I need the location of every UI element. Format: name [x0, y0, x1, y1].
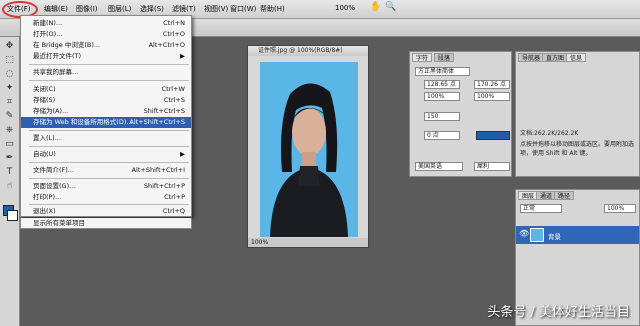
watermark: 头条号 / 美体好生活当目	[487, 305, 630, 320]
horizontal-scale-field[interactable]: 100%	[474, 92, 510, 101]
menu-item-open[interactable]: 打开(O)... Ctrl+O	[21, 29, 191, 40]
menu-edit[interactable]: 编辑(E)	[44, 4, 68, 14]
pen-tool-icon[interactable]: ✒	[3, 153, 16, 164]
menu-separator	[29, 146, 189, 147]
tab-info[interactable]: 信息	[566, 53, 587, 62]
menu-item-place[interactable]: 置入(L)...	[21, 133, 191, 144]
text-color-swatch[interactable]	[476, 131, 510, 140]
menu-separator	[29, 204, 189, 205]
blend-mode-select[interactable]: 正常	[520, 204, 562, 213]
menu-item-file-info[interactable]: 文件简介(F)... Alt+Shift+Ctrl+I	[21, 165, 191, 176]
move-tool-icon[interactable]: ✥	[3, 41, 16, 52]
tab-histogram[interactable]: 直方图	[542, 53, 569, 62]
zoom-icon[interactable]: 🔍	[385, 2, 396, 12]
document-title[interactable]: 证件照.jpg @ 100%(RGB/8#)	[248, 46, 368, 56]
kerning-field[interactable]: 0 点	[424, 131, 460, 140]
toolbox: ✥ ⬚ ◌ ✦ ⌗ ✎ ⎈ ▭ ✒ T ☝	[0, 37, 20, 326]
stamp-tool-icon[interactable]: ⎈	[3, 125, 16, 136]
menu-select[interactable]: 选择(S)	[140, 4, 164, 14]
hand-tool-icon[interactable]: ☝	[3, 181, 16, 192]
brush-tool-icon[interactable]: ✎	[3, 111, 16, 122]
leading-field[interactable]: 170.26 点	[474, 80, 510, 89]
menu-window[interactable]: 窗口(W)	[230, 4, 256, 14]
document-size-info: 文档:262.2K/262.2K	[520, 130, 579, 137]
menu-item-print[interactable]: 打印(P)... Ctrl+P	[21, 192, 191, 203]
character-panel: 字符 段落 方正黑体简体 128.65 点 170.26 点 100% 100%…	[409, 51, 512, 177]
wand-tool-icon[interactable]: ✦	[3, 83, 16, 94]
language-select[interactable]: 美国英语	[415, 162, 463, 171]
menu-item-exit[interactable]: 退出(X) Ctrl+Q	[21, 206, 191, 217]
menu-item-show-all[interactable]: 显示所有菜单项目	[20, 218, 192, 229]
portrait-photo	[260, 62, 358, 237]
menu-item-share-screen[interactable]: 共享我的屏幕...	[21, 67, 191, 78]
document-status: 100%	[248, 238, 368, 247]
background-color-swatch[interactable]	[7, 210, 18, 221]
marquee-tool-icon[interactable]: ⬚	[3, 55, 16, 66]
tab-character[interactable]: 字符	[412, 53, 433, 62]
layer-thumbnail	[530, 228, 544, 242]
menu-help[interactable]: 帮助(H)	[260, 4, 285, 14]
menu-separator	[29, 178, 189, 179]
opacity-field[interactable]: 100%	[604, 204, 636, 213]
menu-item-automate[interactable]: 自动(U) ▶	[21, 149, 191, 160]
menu-item-new[interactable]: 新建(N)... Ctrl+N	[21, 18, 191, 29]
menu-separator	[29, 64, 189, 65]
tab-paragraph[interactable]: 段落	[434, 53, 455, 62]
file-menu: 新建(N)... Ctrl+N 打开(O)... Ctrl+O 在 Bridge 中…	[20, 15, 192, 217]
font-family-select[interactable]: 方正黑体简体	[415, 67, 470, 76]
vertical-scale-field[interactable]: 100%	[424, 92, 460, 101]
menu-separator	[29, 162, 189, 163]
crop-tool-icon[interactable]: ⌗	[3, 97, 16, 108]
tab-layers[interactable]: 图层	[518, 191, 539, 200]
layer-row-background[interactable]: 👁 背景	[516, 226, 639, 244]
tracking-field[interactable]: 150	[424, 112, 460, 121]
tab-channels[interactable]: 通道	[536, 191, 557, 200]
menu-separator	[29, 130, 189, 131]
hand-icon[interactable]: ✋	[370, 2, 381, 12]
menu-item-save-for-web[interactable]: 存储为 Web 和设备所用格式(D)... Alt+Shift+Ctrl+S	[21, 117, 191, 128]
menu-item-bridge[interactable]: 在 Bridge 中浏览(B)... Alt+Ctrl+O	[21, 40, 191, 51]
menu-filter[interactable]: 滤镜(T)	[172, 4, 196, 14]
tool-hint: 点按并拖移以移动图层或选区。要用附加选项，使用 Shift 和 Alt 键。	[520, 141, 635, 157]
menu-image[interactable]: 图像(I)	[76, 4, 98, 14]
eraser-tool-icon[interactable]: ▭	[3, 139, 16, 150]
portrait-image	[260, 62, 358, 237]
lasso-tool-icon[interactable]: ◌	[3, 69, 16, 80]
menu-file[interactable]: 文件(F)	[7, 4, 31, 14]
info-panel: 导航器 直方图 信息 文档:262.2K/262.2K 点按并拖移以移动图层或选…	[515, 51, 640, 177]
eye-icon[interactable]: 👁	[519, 229, 529, 238]
text-tool-icon[interactable]: T	[3, 167, 16, 178]
layer-name[interactable]: 背景	[548, 231, 561, 241]
font-size-field[interactable]: 128.65 点	[424, 80, 460, 89]
menu-view[interactable]: 视图(V)	[204, 4, 228, 14]
document-window[interactable]: 证件照.jpg @ 100%(RGB/8#) 100%	[247, 45, 369, 248]
zoom-readout[interactable]: 100%	[335, 4, 355, 12]
menu-item-close[interactable]: 关闭(C) Ctrl+W	[21, 84, 191, 95]
tab-navigator[interactable]: 导航器	[518, 53, 545, 62]
tab-paths[interactable]: 路径	[554, 191, 575, 200]
menu-item-page-setup[interactable]: 页面设置(G)... Shift+Ctrl+P	[21, 181, 191, 192]
antialias-select[interactable]: 犀利	[474, 162, 510, 171]
menu-layer[interactable]: 图层(L)	[108, 4, 131, 14]
menu-item-save-as[interactable]: 存储为(A)... Shift+Ctrl+S	[21, 106, 191, 117]
menu-separator	[29, 80, 189, 81]
menu-item-recent[interactable]: 最近打开文件(T) ▶	[21, 51, 191, 62]
menu-item-save[interactable]: 存储(S) Ctrl+S	[21, 95, 191, 106]
